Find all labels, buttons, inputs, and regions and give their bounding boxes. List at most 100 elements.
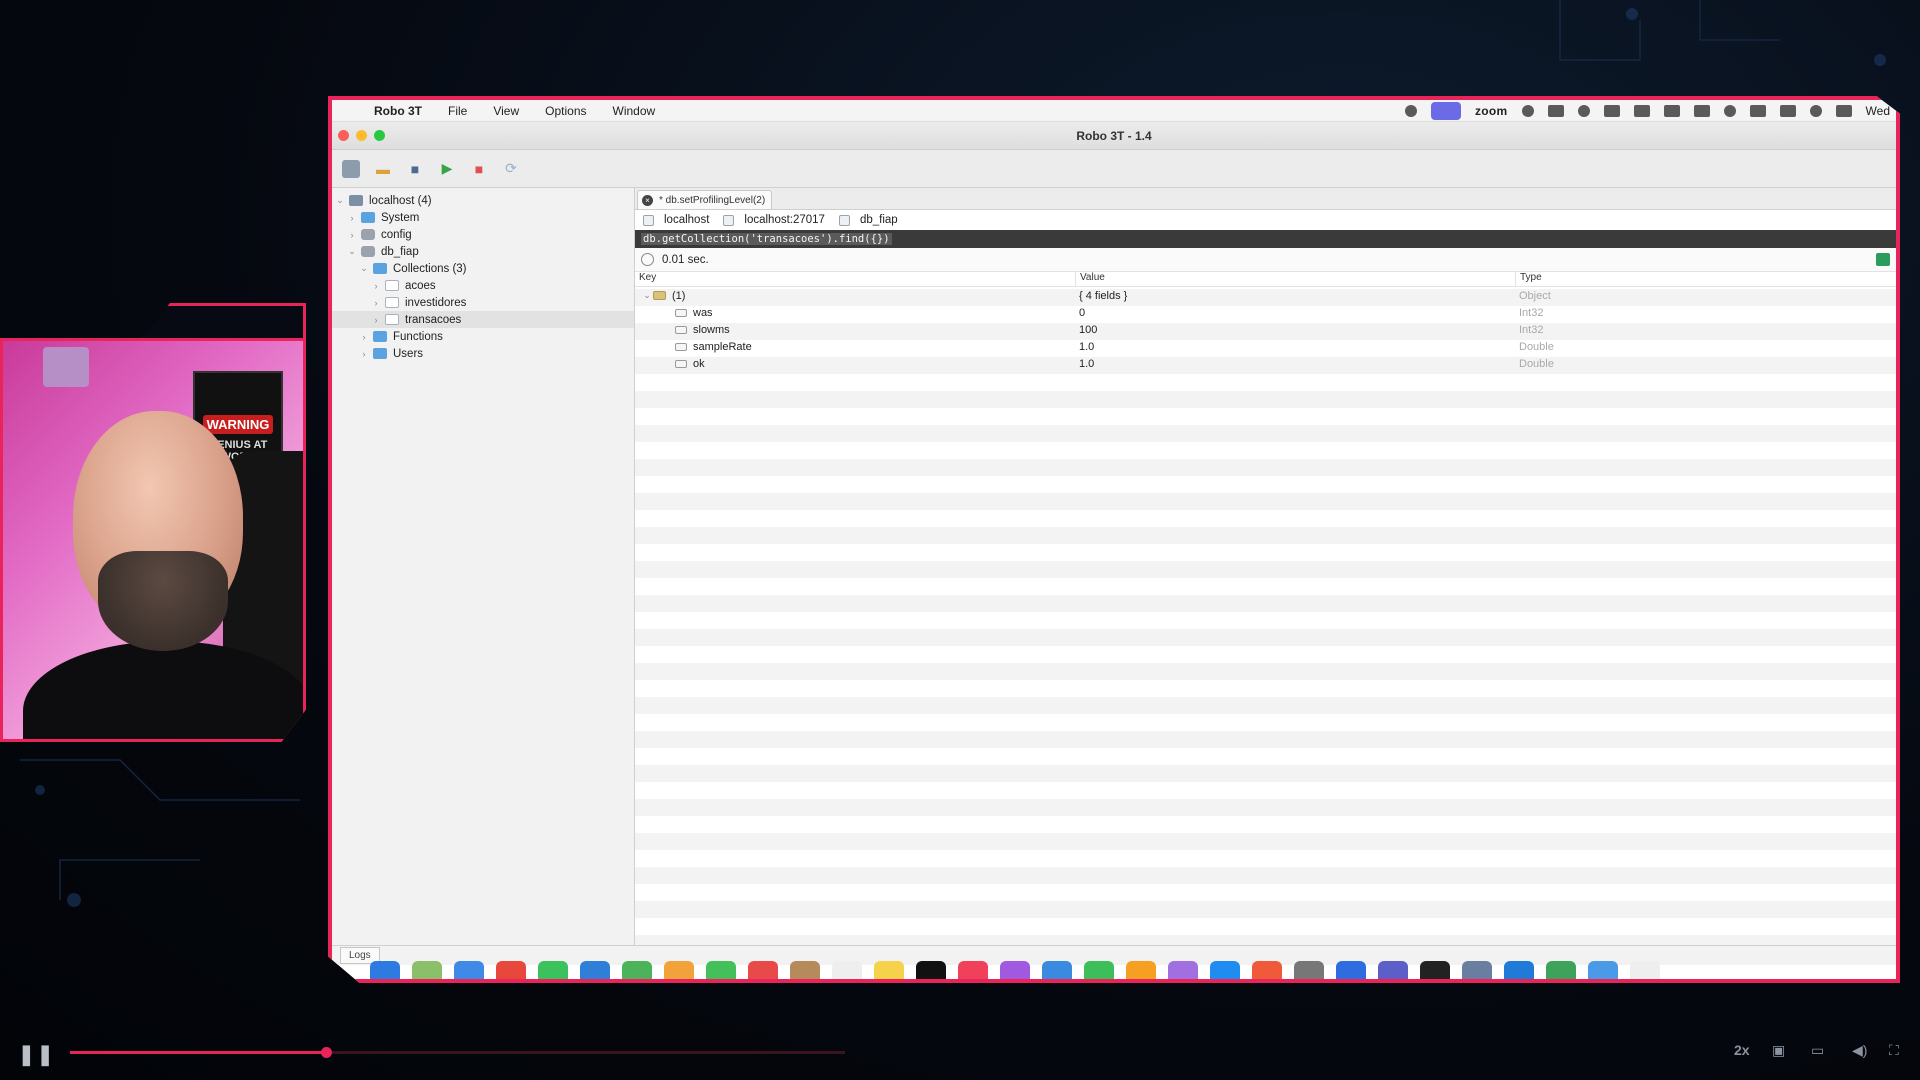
- progress-bar[interactable]: [70, 1047, 845, 1058]
- contacts-icon[interactable]: [790, 961, 820, 979]
- connect-icon[interactable]: [342, 159, 360, 178]
- chevron-down-icon[interactable]: ⌄: [346, 246, 358, 257]
- settings-icon[interactable]: [1294, 961, 1324, 979]
- tree-item-system[interactable]: › System: [332, 209, 634, 226]
- numbers-icon[interactable]: [1084, 961, 1114, 979]
- run-icon[interactable]: ▶: [438, 160, 456, 178]
- progress-knob[interactable]: [320, 1047, 332, 1058]
- chevron-down-icon[interactable]: ⌄: [334, 195, 346, 206]
- pause-icon[interactable]: ❚❚: [18, 1042, 56, 1067]
- wifi-icon[interactable]: [1779, 105, 1796, 117]
- tree-item-users[interactable]: › Users: [332, 345, 634, 362]
- chevron-right-icon[interactable]: ›: [370, 315, 382, 325]
- result-row[interactable]: ⌄ (1) { 4 fields } Object: [635, 287, 1896, 304]
- captions-icon[interactable]: ▣: [1772, 1042, 1785, 1059]
- mail-icon[interactable]: [580, 961, 610, 979]
- query-editor[interactable]: db.getCollection('transacoes').find({}): [635, 230, 1896, 248]
- close-tab-icon[interactable]: ×: [642, 194, 653, 206]
- result-row[interactable]: slowms 100 Int32: [635, 321, 1896, 338]
- zoom-app-icon[interactable]: [1336, 961, 1366, 979]
- status-icon-1[interactable]: [1405, 105, 1417, 117]
- tree-item-collections[interactable]: ⌄ Collections (3): [332, 260, 634, 277]
- chevron-right-icon[interactable]: ›: [358, 332, 370, 342]
- tree-item-db-fiap[interactable]: ⌄ db_fiap: [332, 243, 634, 260]
- screen-share-icon[interactable]: [1431, 102, 1461, 120]
- result-row[interactable]: was 0 Int32: [635, 304, 1896, 321]
- photos-icon[interactable]: [664, 961, 694, 979]
- chrome-icon[interactable]: [496, 961, 526, 979]
- tree-item-transacoes[interactable]: › transacoes: [332, 311, 634, 328]
- close-window-button[interactable]: [338, 130, 349, 141]
- query-tab[interactable]: × * db.setProfilingLevel(2): [637, 190, 773, 209]
- menu-view[interactable]: View: [493, 104, 519, 118]
- open-folder-icon[interactable]: ▬: [374, 160, 392, 178]
- keynote-icon[interactable]: [1042, 961, 1072, 979]
- status-icon-8[interactable]: [1693, 105, 1710, 117]
- terminal-icon[interactable]: [1420, 961, 1450, 979]
- zoom-status[interactable]: zoom: [1475, 104, 1508, 118]
- tv-icon[interactable]: [916, 961, 946, 979]
- minimize-window-button[interactable]: [356, 130, 367, 141]
- fullscreen-icon[interactable]: ⛶: [1889, 1042, 1899, 1059]
- swift-icon[interactable]: [1252, 961, 1282, 979]
- chevron-right-icon[interactable]: ›: [370, 281, 382, 291]
- save-icon[interactable]: ■: [406, 160, 424, 178]
- menu-app-robo3t[interactable]: Robo 3T: [374, 104, 422, 118]
- facetime-icon[interactable]: [706, 961, 736, 979]
- status-icon-7[interactable]: [1663, 105, 1680, 117]
- vscode-icon[interactable]: [1504, 961, 1534, 979]
- tree-item-functions[interactable]: › Functions: [332, 328, 634, 345]
- calendar-icon[interactable]: [748, 961, 778, 979]
- result-row[interactable]: sampleRate 1.0 Double: [635, 338, 1896, 355]
- music-icon[interactable]: [958, 961, 988, 979]
- chevron-down-icon[interactable]: ⌄: [641, 290, 653, 301]
- downloads-folder-icon[interactable]: [1588, 961, 1618, 979]
- rotate-icon[interactable]: ⟳: [502, 160, 520, 178]
- podcasts-icon[interactable]: [1000, 961, 1030, 979]
- maps-icon[interactable]: [622, 961, 652, 979]
- play-icon[interactable]: [1723, 105, 1736, 117]
- chevron-down-icon[interactable]: ⌄: [358, 263, 370, 274]
- tree-item-acoes[interactable]: › acoes: [332, 277, 634, 294]
- tree-item-localhost[interactable]: ⌄ localhost (4): [332, 192, 634, 209]
- menu-file[interactable]: File: [448, 104, 467, 118]
- status-icon-3[interactable]: [1547, 105, 1564, 117]
- chevron-right-icon[interactable]: ›: [358, 349, 370, 359]
- status-icon-6[interactable]: [1633, 105, 1650, 117]
- search-icon[interactable]: [1809, 105, 1822, 117]
- chevron-right-icon[interactable]: ›: [370, 298, 382, 308]
- menubar-clock[interactable]: Wed: [1866, 104, 1890, 118]
- finder-icon[interactable]: [370, 961, 400, 979]
- chevron-right-icon[interactable]: ›: [346, 230, 358, 240]
- status-icon-5[interactable]: [1603, 105, 1620, 117]
- status-icon-2[interactable]: [1521, 105, 1534, 117]
- app-store-icon[interactable]: [1210, 961, 1240, 979]
- playback-speed[interactable]: 2x: [1734, 1042, 1750, 1058]
- battery-icon[interactable]: [1749, 105, 1766, 117]
- messages-icon[interactable]: [538, 961, 568, 979]
- volume-icon[interactable]: ◀): [1852, 1042, 1867, 1059]
- status-icon-4[interactable]: [1577, 105, 1590, 117]
- header-value[interactable]: Value: [1075, 272, 1515, 286]
- header-key[interactable]: Key: [635, 272, 1075, 286]
- query-text[interactable]: db.getCollection('transacoes').find({}): [641, 233, 892, 245]
- reminders-icon[interactable]: [832, 961, 862, 979]
- result-row[interactable]: ok 1.0 Double: [635, 355, 1896, 372]
- document-icon[interactable]: [1630, 961, 1660, 979]
- menu-window[interactable]: Window: [613, 104, 656, 118]
- mongodb-icon[interactable]: [1546, 961, 1576, 979]
- tree-item-investidores[interactable]: › investidores: [332, 294, 634, 311]
- safari-icon[interactable]: [454, 961, 484, 979]
- menu-options[interactable]: Options: [545, 104, 586, 118]
- pages-icon[interactable]: [1126, 961, 1156, 979]
- notes-icon[interactable]: [874, 961, 904, 979]
- header-type[interactable]: Type: [1515, 272, 1896, 286]
- tree-item-config[interactable]: › config: [332, 226, 634, 243]
- launchpad-icon[interactable]: [412, 961, 442, 979]
- control-center-icon[interactable]: [1835, 105, 1852, 117]
- view-mode-icon[interactable]: [1876, 253, 1890, 266]
- teams-icon[interactable]: [1378, 961, 1408, 979]
- stop-icon[interactable]: ■: [470, 160, 488, 178]
- pen-app-icon[interactable]: [1168, 961, 1198, 979]
- zoom-window-button[interactable]: [374, 130, 385, 141]
